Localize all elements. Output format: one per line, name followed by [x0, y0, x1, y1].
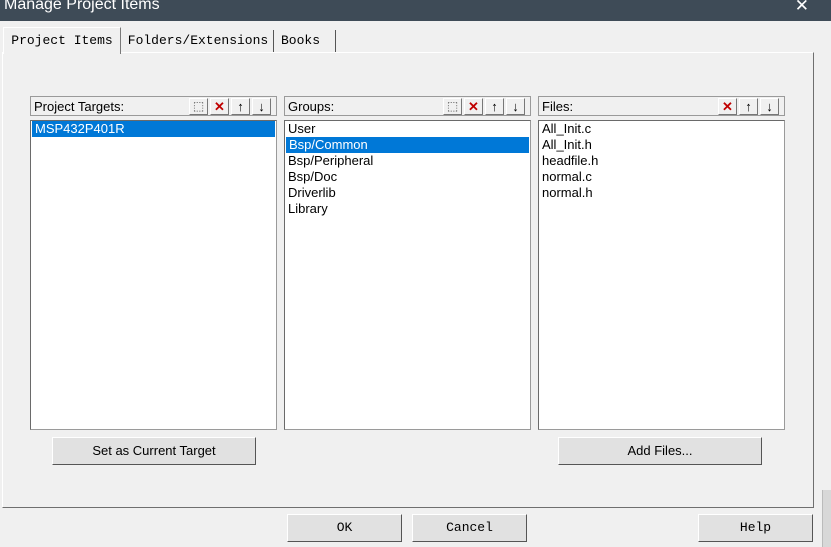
title-bar: Manage Project Items ✕	[0, 0, 831, 21]
files-header: Files: ✕ ↑ ↓	[538, 96, 785, 116]
set-current-target-button[interactable]: Set as Current Target	[52, 437, 256, 465]
groups-list[interactable]: User Bsp/Common Bsp/Peripheral Bsp/Doc D…	[284, 120, 531, 430]
list-item[interactable]: MSP432P401R	[32, 121, 275, 137]
files-header-label: Files:	[542, 99, 574, 114]
window-edge	[822, 490, 831, 547]
targets-header-label: Project Targets:	[34, 99, 125, 114]
list-item[interactable]: normal.h	[539, 185, 784, 201]
targets-list[interactable]: MSP432P401R	[30, 120, 277, 430]
help-button[interactable]: Help	[698, 514, 813, 542]
tab-books[interactable]: Books	[278, 30, 336, 52]
list-item[interactable]: Bsp/Peripheral	[285, 153, 530, 169]
new-icon[interactable]: ⬚	[189, 98, 208, 115]
targets-header: Project Targets: ⬚ ✕ ↑ ↓	[30, 96, 277, 116]
list-item[interactable]: All_Init.h	[539, 137, 784, 153]
tab-project-items[interactable]: Project Items	[3, 27, 121, 54]
list-item[interactable]: headfile.h	[539, 153, 784, 169]
close-icon[interactable]: ✕	[795, 0, 809, 16]
delete-icon[interactable]: ✕	[464, 98, 483, 115]
list-item[interactable]: Bsp/Doc	[285, 169, 530, 185]
delete-icon[interactable]: ✕	[718, 98, 737, 115]
list-item[interactable]: User	[285, 121, 530, 137]
list-item[interactable]: Driverlib	[285, 185, 530, 201]
delete-icon[interactable]: ✕	[210, 98, 229, 115]
move-down-icon[interactable]: ↓	[252, 98, 271, 115]
move-down-icon[interactable]: ↓	[506, 98, 525, 115]
list-item[interactable]: Bsp/Common	[286, 137, 529, 153]
files-list[interactable]: All_Init.c All_Init.h headfile.h normal.…	[538, 120, 785, 430]
move-up-icon[interactable]: ↑	[231, 98, 250, 115]
new-icon[interactable]: ⬚	[443, 98, 462, 115]
move-down-icon[interactable]: ↓	[760, 98, 779, 115]
window-title: Manage Project Items	[4, 0, 160, 13]
list-item[interactable]: normal.c	[539, 169, 784, 185]
groups-header-label: Groups:	[288, 99, 335, 114]
tab-folders-extensions[interactable]: Folders/Extensions	[123, 30, 274, 52]
list-item[interactable]: Library	[285, 201, 530, 217]
ok-button[interactable]: OK	[287, 514, 402, 542]
move-up-icon[interactable]: ↑	[485, 98, 504, 115]
groups-header: Groups: ⬚ ✕ ↑ ↓	[284, 96, 531, 116]
move-up-icon[interactable]: ↑	[739, 98, 758, 115]
list-item[interactable]: All_Init.c	[539, 121, 784, 137]
cancel-button[interactable]: Cancel	[412, 514, 527, 542]
add-files-button[interactable]: Add Files...	[558, 437, 762, 465]
